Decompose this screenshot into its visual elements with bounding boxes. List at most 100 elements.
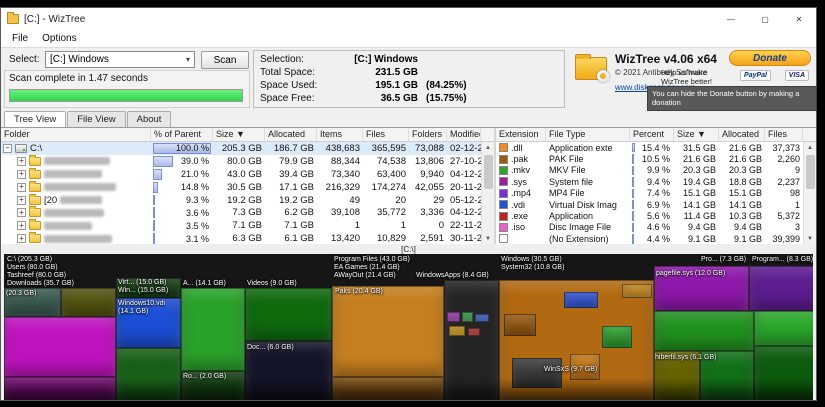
extension-cell: .sys [496, 176, 546, 187]
treemap-block[interactable] [245, 288, 332, 341]
tree-row[interactable]: +3.6 % 7.3 GB 6.2 GB 39,108 35,772 3,336 04-12… [1, 206, 481, 219]
redacted-name [44, 183, 116, 192]
treemap-block[interactable] [332, 286, 444, 377]
expander-icon[interactable]: + [17, 169, 26, 179]
drive-select[interactable]: [C:] Windows ▾ [45, 51, 195, 68]
expander-icon[interactable]: + [17, 156, 26, 166]
maximize-button[interactable]: ▢ [748, 8, 782, 30]
extension-row[interactable]: .exe Application 5.6 % 11.4 GB 10.3 GB 5,372 [496, 210, 803, 221]
extension-row[interactable]: .vdi Virtual Disk Imag 6.9 % 14.1 GB 14.1 GB… [496, 199, 803, 210]
extension-pane: Extension File Type Percent Size ▼ Allocated… [496, 128, 816, 244]
treemap-block[interactable] [564, 292, 598, 308]
tree-row[interactable]: − C:\ 100.0 % 205.3 GB 186.7 GB 438,683 365,59… [1, 142, 481, 155]
tree-row[interactable]: +3.1 % 6.3 GB 6.1 GB 13,420 10,829 2,591 30-11… [1, 232, 481, 244]
treemap-block[interactable] [444, 280, 499, 400]
treemap-block[interactable] [116, 348, 181, 400]
menu-file[interactable]: File [5, 31, 35, 46]
treemap-block[interactable] [475, 314, 489, 322]
treemap-block[interactable] [754, 346, 813, 400]
tree-row[interactable]: +21.0 % 43.0 GB 39.4 GB 73,340 63,400 9,940 04… [1, 167, 481, 181]
treemap-block[interactable] [504, 314, 536, 336]
percent-value: 4.6 % [646, 222, 670, 233]
treemap-block[interactable] [332, 377, 444, 400]
expander-icon[interactable]: − [3, 143, 12, 153]
treemap-block[interactable] [447, 312, 460, 322]
extension-row[interactable]: .mkv MKV File 9.9 % 20.3 GB 20.3 GB 9 [496, 165, 803, 176]
column-header--of-parent[interactable]: % of Parent [151, 128, 213, 141]
column-header-files[interactable]: Files [765, 128, 803, 141]
scroll-up-icon[interactable]: ▲ [804, 142, 816, 153]
column-header-modified[interactable]: Modified [447, 128, 481, 141]
treemap-block[interactable] [468, 328, 480, 336]
donate-button[interactable]: Donate [729, 50, 811, 66]
treemap-block[interactable] [61, 288, 116, 317]
treemap-block[interactable] [4, 377, 116, 400]
column-header-allocated[interactable]: Allocated [265, 128, 317, 141]
wiztree-logo-icon [575, 54, 609, 82]
extension-scrollbar[interactable]: ▲ ▼ [803, 142, 816, 244]
column-header-folders[interactable]: Folders [409, 128, 447, 141]
column-header-percent[interactable]: Percent [630, 128, 674, 141]
percent-of-parent-cell: 3.5 % [151, 219, 213, 232]
treemap-block[interactable] [4, 317, 116, 377]
treemap[interactable]: C:\ (205.3 GB) Users (80.0 GB) Tashreef (8… [4, 254, 813, 400]
tree-row[interactable]: +39.0 % 80.0 GB 79.9 GB 88,344 74,538 13,806 2… [1, 154, 481, 168]
treemap-block[interactable] [449, 326, 465, 336]
expander-icon[interactable]: + [17, 195, 26, 205]
expander-icon[interactable]: + [17, 208, 26, 218]
column-header-files[interactable]: Files [363, 128, 409, 141]
expander-icon[interactable]: + [17, 234, 26, 244]
scroll-down-icon[interactable]: ▼ [804, 233, 816, 244]
column-header-folder[interactable]: Folder [1, 128, 151, 141]
scroll-thumb[interactable] [483, 155, 493, 189]
files-cell: 98 [789, 188, 800, 199]
redacted-name [44, 234, 112, 243]
treemap-block[interactable] [462, 312, 473, 322]
extension-row[interactable]: .dll Application exte 15.4 % 31.5 GB 21.6 GB… [496, 142, 803, 153]
menu-options[interactable]: Options [35, 31, 83, 46]
column-header-extension[interactable]: Extension [496, 128, 546, 141]
scroll-up-icon[interactable]: ▲ [482, 142, 494, 153]
column-header-file-type[interactable]: File Type [546, 128, 630, 141]
scroll-down-icon[interactable]: ▼ [482, 233, 494, 244]
tree-row[interactable]: +14.8 % 30.5 GB 17.1 GB 216,329 174,274 42,05… [1, 180, 481, 194]
column-header-items[interactable]: Items [317, 128, 363, 141]
treemap-block[interactable] [622, 284, 652, 298]
title-bar[interactable]: [C:] - WizTree — ▢ ✕ [1, 8, 816, 30]
extension-row[interactable]: (No Extension) 4.4 % 9.1 GB 9.1 GB 39,399 [496, 233, 803, 244]
summary-panel: Selection: [C:] Windows Total Space: 231… [253, 50, 565, 108]
treemap-block[interactable] [654, 311, 754, 351]
extension-row[interactable]: .iso Disc Image File 4.6 % 9.4 GB 9.4 GB 3 [496, 222, 803, 233]
extension-cell: .mp4 [496, 188, 546, 199]
tree-scrollbar[interactable]: ▲ ▼ [481, 142, 494, 244]
expander-icon[interactable]: + [17, 221, 26, 231]
items-cell: 73,340 [330, 168, 360, 180]
size-cell: 19.4 GB [682, 176, 716, 187]
magnifier-icon [597, 70, 609, 82]
treemap-block[interactable] [749, 266, 813, 311]
treemap-block[interactable] [602, 326, 632, 348]
treemap-label: Pro... (7.3 GB) [701, 256, 747, 263]
minimize-button[interactable]: — [714, 8, 748, 30]
column-header-allocated[interactable]: Allocated [719, 128, 765, 141]
close-button[interactable]: ✕ [782, 8, 816, 30]
treemap-block[interactable] [181, 288, 245, 371]
scroll-thumb[interactable] [805, 155, 815, 189]
extension-row[interactable]: .mp4 MP4 File 7.4 % 15.1 GB 15.1 GB 98 [496, 188, 803, 199]
tab-file-view[interactable]: File View [67, 111, 126, 127]
extension-row[interactable]: .pak PAK File 10.5 % 21.6 GB 21.6 GB 2,260 [496, 153, 803, 164]
extension-row[interactable]: .sys System file 9.4 % 19.4 GB 18.8 GB 2,237 [496, 176, 803, 187]
treemap-block[interactable] [754, 311, 813, 346]
expander-icon[interactable]: + [17, 182, 26, 192]
tab-about[interactable]: About [126, 111, 172, 127]
scan-button[interactable]: Scan [201, 51, 249, 69]
tab-tree-view[interactable]: Tree View [4, 111, 67, 127]
drive-icon [15, 143, 27, 153]
files-cell: 365,595 [371, 142, 406, 154]
extension-name: .mp4 [511, 188, 532, 199]
tree-row[interactable]: + [20 9.3 % 19.2 GB 19.2 GB 49 20 29 05-12-202 [1, 193, 481, 207]
column-header-size[interactable]: Size ▼ [674, 128, 719, 141]
treemap-label: Tashreef (80.0 GB) [7, 272, 67, 279]
tree-row[interactable]: +3.5 % 7.1 GB 7.1 GB 1 1 0 22-11-202 [1, 219, 481, 232]
column-header-size[interactable]: Size ▼ [213, 128, 265, 141]
